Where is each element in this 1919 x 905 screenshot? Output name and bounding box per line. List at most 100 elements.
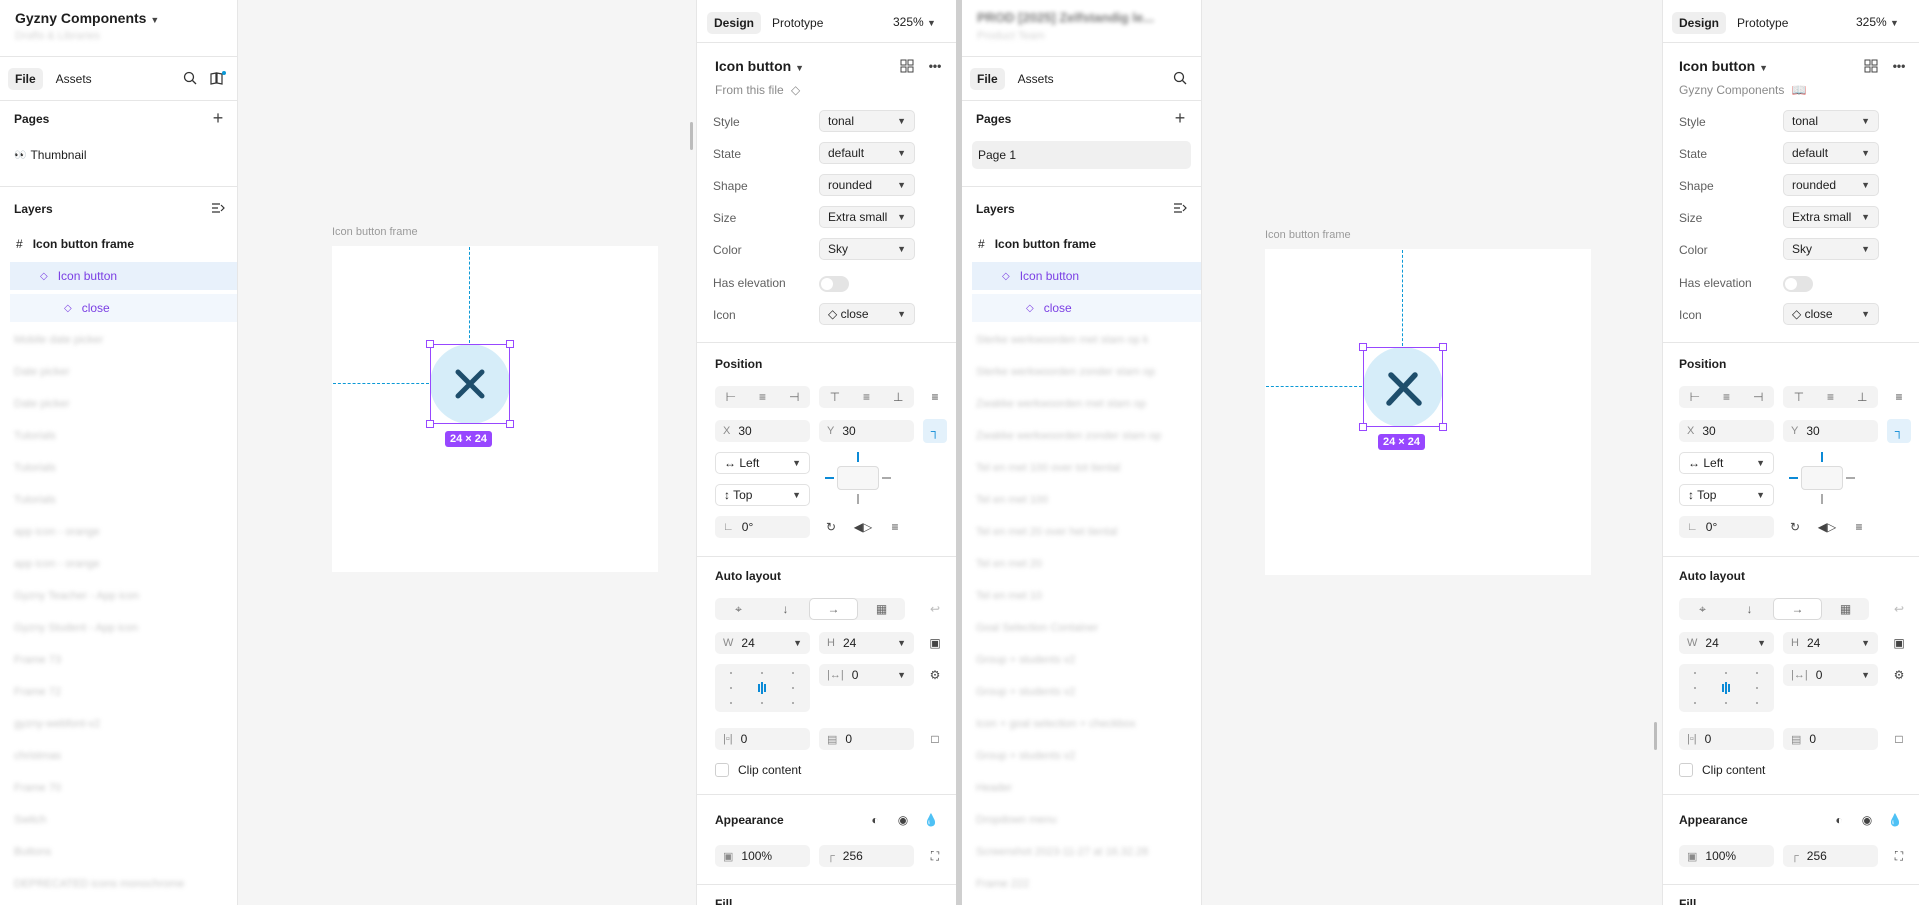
resize-to-fit-icon[interactable]: ▣ [923,631,947,655]
elevation-toggle[interactable] [1783,276,1813,292]
freeform-icon[interactable]: ⌖ [1679,598,1726,620]
property-dropdown[interactable]: rounded ▼ [1783,174,1879,196]
clip-content-row[interactable]: Clip content [715,763,801,777]
property-dropdown[interactable]: tonal ▼ [819,110,915,132]
horizontal-layout-icon[interactable]: → [1773,598,1822,620]
constraints-toggle-icon[interactable]: ┐ [923,419,947,443]
constraint-top[interactable] [1821,452,1823,462]
individual-padding-icon[interactable]: □ [923,727,947,751]
constraint-right[interactable] [1846,477,1855,479]
layer-row[interactable]: Frame 72 [14,686,61,702]
constraints-widget[interactable] [825,452,891,504]
canvas[interactable]: Icon button frame 24 × 24 [1202,0,1662,905]
property-dropdown[interactable]: Sky ▼ [819,238,915,260]
align-bottom-icon[interactable]: ⊥ [882,386,914,408]
wrap-icon[interactable]: ↩ [923,597,947,621]
flip-horizontal-icon[interactable]: ◀▷ [851,515,875,539]
resize-handle[interactable] [1359,343,1367,351]
file-title[interactable]: PROD [2025] Zelfstandig le... [977,10,1154,25]
resize-handle[interactable] [1359,423,1367,431]
constraint-bottom[interactable] [1821,494,1823,504]
selection-name[interactable]: Icon button ▼ [1679,58,1768,74]
layer-row[interactable]: app icon - orange [14,526,100,542]
opacity-field[interactable]: ▣ 100% [1679,845,1774,867]
scrollbar[interactable] [690,122,693,150]
tab-file[interactable]: File [8,68,43,90]
layer-row[interactable]: ◇ Icon button [972,262,1201,290]
rotate-icon[interactable]: ↻ [819,515,843,539]
property-dropdown[interactable]: tonal ▼ [1783,110,1879,132]
tab-design[interactable]: Design [1672,12,1727,34]
canvas[interactable]: Icon button frame 24 × 24 [238,0,696,905]
add-page-icon[interactable]: + [1168,106,1192,130]
clip-content-row[interactable]: Clip content [1679,763,1765,777]
layer-row[interactable]: Frame 70 [14,782,61,798]
x-field[interactable]: X 30 [1679,420,1774,442]
layer-row[interactable]: Frame 73 [14,654,61,670]
freeform-icon[interactable]: ⌖ [715,598,762,620]
more-icon[interactable]: ••• [1887,54,1911,78]
x-field[interactable]: X 30 [715,420,810,442]
search-icon[interactable] [1168,66,1192,90]
scrollbar[interactable] [1654,722,1657,750]
alignment-grid[interactable] [715,664,810,712]
layer-row[interactable]: Group + students v2 [976,686,1075,702]
align-middle-icon[interactable]: ≡ [1815,386,1847,408]
constraint-bottom[interactable] [857,494,859,504]
constraints-toggle-icon[interactable]: ┐ [1887,419,1911,443]
distribute-icon[interactable]: ≡ [1887,385,1911,409]
layout-settings-icon[interactable]: ⚙ [1887,663,1911,687]
layer-row[interactable]: app icon - orange [14,558,100,574]
rotation-field[interactable]: ∟ 0° [715,516,810,538]
horizontal-align-group[interactable]: ⊢ ≡ ⊣ [1679,386,1774,408]
grid-icon[interactable] [895,54,919,78]
vertical-padding-field[interactable]: ▤ 0 [819,728,914,750]
layer-row[interactable]: Zwakke werkwoorden met stam op [976,398,1146,414]
constraint-top[interactable] [857,452,859,462]
layer-row[interactable]: Date picker [14,366,70,382]
layer-row[interactable]: # Icon button frame [962,230,1201,258]
distribute-icon[interactable]: ≡ [923,385,947,409]
align-middle-icon[interactable]: ≡ [851,386,883,408]
individual-padding-icon[interactable]: □ [1887,727,1911,751]
align-top-icon[interactable]: ⊤ [1783,386,1815,408]
corner-radius-field[interactable]: ┌ 256 [819,845,914,867]
add-page-icon[interactable]: + [206,106,230,130]
layer-row[interactable]: Sterke werkwoorden zonder stam op [976,366,1155,382]
rotate-icon[interactable]: ↻ [1783,515,1807,539]
selection-name[interactable]: Icon button ▼ [715,58,804,74]
horizontal-align-group[interactable]: ⊢ ≡ ⊣ [715,386,810,408]
layer-row[interactable]: Frame 222 [976,878,1029,894]
independent-corners-icon[interactable]: ⛶ [1887,844,1911,868]
rotation-field[interactable]: ∟ 0° [1679,516,1774,538]
icon-dropdown[interactable]: ◇ close ▼ [819,303,915,325]
layer-row[interactable]: Goal Selection Container [976,622,1098,638]
zoom-level[interactable]: 325% ▼ [1856,15,1899,29]
horizontal-layout-icon[interactable]: → [809,598,858,620]
layer-row[interactable]: Buttons [14,846,51,862]
page-item[interactable]: Page 1 [972,141,1191,169]
vertical-align-group[interactable]: ⊤ ≡ ⊥ [1783,386,1878,408]
resize-handle[interactable] [1439,343,1447,351]
horizontal-constraint-dropdown[interactable]: ↔ Left ▼ [715,452,810,474]
blend-mode-icon[interactable]: 💧 [1883,808,1907,832]
property-dropdown[interactable]: Extra small ▼ [1783,206,1879,228]
tab-prototype[interactable]: Prototype [1730,12,1795,34]
tab-file[interactable]: File [970,68,1005,90]
height-field[interactable]: H 24 ▼ [1783,632,1878,654]
constraint-left[interactable] [1789,477,1798,479]
elevation-toggle[interactable] [819,276,849,292]
flip-horizontal-icon[interactable]: ◀▷ [1815,515,1839,539]
variable-icon[interactable]: ◐ [1827,808,1851,832]
layout-direction-group[interactable]: ⌖ ↓ → ▦ [1679,598,1869,620]
vertical-layout-icon[interactable]: ↓ [762,598,809,620]
zoom-level[interactable]: 325% ▼ [893,15,936,29]
alignment-grid[interactable] [1679,664,1774,712]
layer-row[interactable]: Gyzny Teacher - App icon [14,590,139,606]
constraint-left[interactable] [825,477,834,479]
layer-row[interactable]: Group + students v2 [976,750,1075,766]
tab-design[interactable]: Design [707,12,762,34]
layer-row[interactable]: ◇ Icon button [10,262,237,290]
layer-row[interactable]: Tel en met 10 [976,590,1042,606]
layer-row[interactable]: Tutorials [14,462,56,478]
